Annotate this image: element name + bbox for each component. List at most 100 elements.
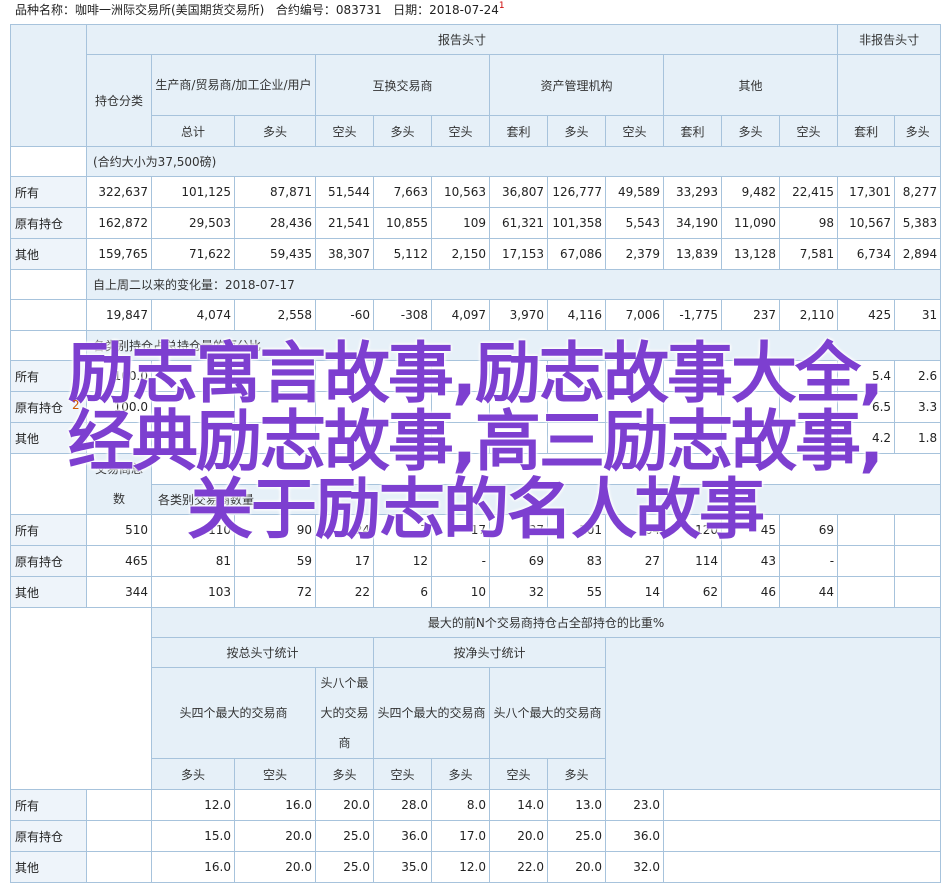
concentration-title-row: 最大的前N个交易商持仓占全部持仓的比重% xyxy=(10,607,942,790)
change-cell: 4,116 xyxy=(547,299,606,331)
trader-cell: 465 xyxy=(86,545,152,577)
conc-row-tail xyxy=(662,789,942,821)
conc-blank-right xyxy=(604,637,942,790)
product-label: 品种名称：咖啡一洲际交易所(美国期货交易所) xyxy=(15,3,265,17)
long-header: 多头 xyxy=(315,758,374,790)
section-title: 各类别持仓占总持仓量的百分比 xyxy=(85,330,942,361)
conc-blank xyxy=(10,607,152,790)
spread-header: 套利 xyxy=(837,115,896,147)
long-header: 多头 xyxy=(894,115,942,147)
long-header: 多头 xyxy=(721,115,780,147)
trader-cell: 7 xyxy=(373,514,432,546)
pct-cell xyxy=(151,422,235,454)
long-header: 多头 xyxy=(547,758,606,790)
position-cell: 2,150 xyxy=(431,238,490,270)
concentration-cell: 25.0 xyxy=(315,851,374,883)
pct-cell xyxy=(315,422,374,454)
pct-cell xyxy=(431,422,490,454)
change-cell: 7,006 xyxy=(605,299,664,331)
trader-cell: 24 xyxy=(315,514,374,546)
position-cell: 34,190 xyxy=(663,207,722,239)
trader-cell: 12 xyxy=(373,545,432,577)
position-cell: 11,090 xyxy=(721,207,780,239)
top4-header: 头四个最大的交易商 xyxy=(151,667,316,759)
pct-cell xyxy=(721,360,780,392)
long-header: 多头 xyxy=(547,115,606,147)
trader-cell: 10 xyxy=(431,576,490,608)
trader-cell: 46 xyxy=(721,576,780,608)
trader-cell xyxy=(894,545,942,577)
position-cell: 5,383 xyxy=(894,207,942,239)
position-cell: 10,855 xyxy=(373,207,432,239)
position-cell: 5,112 xyxy=(373,238,432,270)
pct-cell xyxy=(431,360,490,392)
concentration-cell: 25.0 xyxy=(547,820,606,852)
short-header: 空头 xyxy=(778,115,839,147)
trader-cell: 37 xyxy=(489,514,548,546)
row-label: 其他 xyxy=(10,851,87,883)
concentration-row-all: 所有 12.0 16.0 20.0 28.0 8.0 14.0 13.0 23.0 xyxy=(10,789,942,821)
change-cell: -1,775 xyxy=(663,299,722,331)
conc-row-blank xyxy=(86,789,152,821)
position-cell: 13,128 xyxy=(721,238,780,270)
trader-cell: 27 xyxy=(605,545,664,577)
conc-row-tail xyxy=(662,820,942,852)
pct-cell xyxy=(605,422,664,454)
change-cell: -60 xyxy=(315,299,374,331)
traders-header-row-1: 交易商总数 xyxy=(10,453,942,515)
pct-cell xyxy=(431,391,490,423)
managed-header: 资产管理机构 xyxy=(489,54,664,116)
positions-row-old: 原有持仓 162,872 29,503 28,436 21,541 10,855 109 61… xyxy=(10,207,942,239)
concentration-cell: 32.0 xyxy=(605,851,664,883)
long-header: 多头 xyxy=(373,115,432,147)
page-meta: 品种名称：咖啡一洲际交易所(美国期货交易所) 合约编号：083731 日期：20… xyxy=(15,0,505,20)
change-cell: 237 xyxy=(721,299,780,331)
position-cell: 29,503 xyxy=(151,207,235,239)
section-row: 各类别持仓占总持仓量的百分比 xyxy=(10,330,942,361)
position-cell: 61,321 xyxy=(489,207,548,239)
pct-cell xyxy=(489,422,548,454)
pct-cell xyxy=(605,360,664,392)
long-header: 多头 xyxy=(431,758,490,790)
conc-row-blank xyxy=(86,851,152,883)
nonreported-blank xyxy=(837,54,942,116)
by-net-header: 按净头寸统计 xyxy=(373,637,606,668)
position-cell: 162,872 xyxy=(86,207,152,239)
conc-row-tail xyxy=(662,851,942,883)
position-cell: 2,894 xyxy=(894,238,942,270)
position-cell: 10,567 xyxy=(837,207,896,239)
changes-blank xyxy=(10,299,87,331)
traders-section-title: 各类别交易商数量 xyxy=(150,483,942,515)
pct-cell: 1.8 xyxy=(894,422,942,454)
header-row-1: 报告头寸 非报告头寸 xyxy=(10,24,942,147)
concentration-title: 最大的前N个交易商持仓占全部持仓的比重% xyxy=(150,607,942,638)
conc-row-blank xyxy=(86,820,152,852)
trader-cell: 69 xyxy=(489,545,548,577)
position-cell: 13,839 xyxy=(663,238,722,270)
trader-cell: 32 xyxy=(489,576,548,608)
trader-cell: 44 xyxy=(778,576,839,608)
pct-cell xyxy=(778,391,839,423)
cot-report-table: 报告头寸 非报告头寸 持仓分类 生产商/贸易商/加工企业/用户 互换交易商 资产… xyxy=(10,24,942,883)
pct-cell xyxy=(721,391,780,423)
position-cell: 101,358 xyxy=(547,207,606,239)
concentration-cell: 22.0 xyxy=(489,851,548,883)
pct-cell: 2.6 xyxy=(894,360,942,392)
position-cell: 71,622 xyxy=(151,238,235,270)
concentration-cell: 20.0 xyxy=(234,851,316,883)
section-row: 自上周二以来的变化量：2018-07-17 xyxy=(10,269,942,300)
position-cell: 67,086 xyxy=(547,238,606,270)
position-cell: 38,307 xyxy=(315,238,374,270)
concentration-cell: 16.0 xyxy=(151,851,235,883)
trader-cell: 14 xyxy=(605,576,664,608)
pct-cell: 100.0 xyxy=(86,391,152,423)
concentration-cell: 20.0 xyxy=(489,820,548,852)
position-cell: 101,125 xyxy=(151,176,235,208)
pct-cell xyxy=(489,391,548,423)
concentration-row-old: 原有持仓 15.0 20.0 25.0 36.0 17.0 20.0 25.0 36.0 xyxy=(10,820,942,852)
trader-cell xyxy=(837,545,896,577)
trader-cell: 90 xyxy=(234,514,316,546)
short-header: 空头 xyxy=(605,115,664,147)
trader-cell: 101 xyxy=(547,514,606,546)
pct-cell xyxy=(663,422,722,454)
